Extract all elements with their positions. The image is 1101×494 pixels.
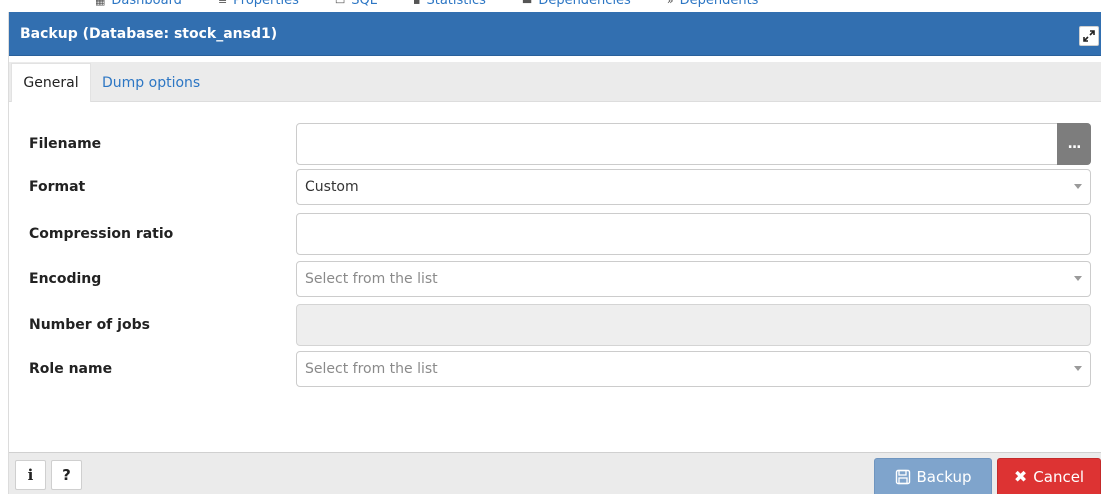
compression-row: Compression ratio — [9, 213, 1101, 255]
info-button[interactable]: i — [15, 460, 46, 490]
bg-tab-dependencies: ▬ Dependencies — [522, 0, 631, 8]
backup-dialog: Backup (Database: stock_ansd1) General D… — [8, 12, 1101, 494]
format-select[interactable]: Custom — [296, 169, 1091, 205]
cancel-button[interactable]: ✖ Cancel — [997, 458, 1101, 494]
role-label: Role name — [29, 361, 113, 377]
jobs-label: Number of jobs — [29, 317, 150, 333]
expand-icon — [1083, 30, 1095, 42]
encoding-select[interactable]: Select from the list — [296, 261, 1091, 297]
chevron-down-icon — [1074, 184, 1082, 189]
dependencies-icon: ▬ — [521, 0, 533, 7]
encoding-label: Encoding — [29, 271, 102, 287]
bg-tab-statistics: ▪ Statistics — [413, 0, 486, 8]
compression-label: Compression ratio — [29, 226, 174, 242]
dialog-title-bar[interactable]: Backup (Database: stock_ansd1) — [9, 12, 1101, 56]
tab-dump-options[interactable]: Dump options — [102, 63, 200, 102]
dashboard-icon: ▦ — [95, 0, 106, 7]
statistics-icon: ▪ — [413, 0, 421, 7]
chevron-down-icon — [1074, 366, 1082, 371]
properties-icon: ≡ — [217, 0, 228, 7]
backup-button[interactable]: Backup — [874, 458, 992, 494]
background-app-tabs: ▦ Dashboard ≡ Properties ▭ SQL ▪ Statistics … — [0, 0, 1101, 12]
save-icon — [895, 469, 910, 484]
compression-input[interactable] — [296, 213, 1091, 255]
bg-tab-dashboard: ▦ Dashboard — [95, 0, 182, 8]
chevron-down-icon — [1074, 276, 1082, 281]
filename-input[interactable]: ... — [296, 123, 1091, 165]
bg-tab-properties: ≡ Properties — [218, 0, 299, 8]
dialog-tabs: General Dump options — [9, 62, 1101, 102]
maximize-button[interactable] — [1079, 26, 1099, 46]
jobs-input — [296, 304, 1091, 346]
format-label: Format — [29, 179, 86, 195]
tab-general[interactable]: General — [11, 63, 91, 102]
filename-label: Filename — [29, 136, 102, 152]
bg-tab-sql: ▭ SQL — [335, 0, 377, 8]
browse-file-button[interactable]: ... — [1057, 123, 1091, 165]
filename-row: Filename ... — [9, 123, 1101, 165]
close-icon: ✖ — [1013, 467, 1028, 486]
dialog-title: Backup (Database: stock_ansd1) — [20, 25, 278, 42]
dependents-icon: » — [666, 0, 674, 7]
role-row: Role name Select from the list — [9, 351, 1101, 387]
bg-tab-dependents: » Dependents — [667, 0, 759, 8]
sql-icon: ▭ — [334, 0, 346, 7]
help-button[interactable]: ? — [51, 460, 82, 490]
dialog-footer: i ? Backup ✖ Cancel — [9, 452, 1101, 494]
encoding-row: Encoding Select from the list — [9, 261, 1101, 297]
role-select[interactable]: Select from the list — [296, 351, 1091, 387]
format-row: Format Custom — [9, 169, 1101, 205]
jobs-row: Number of jobs — [9, 304, 1101, 346]
